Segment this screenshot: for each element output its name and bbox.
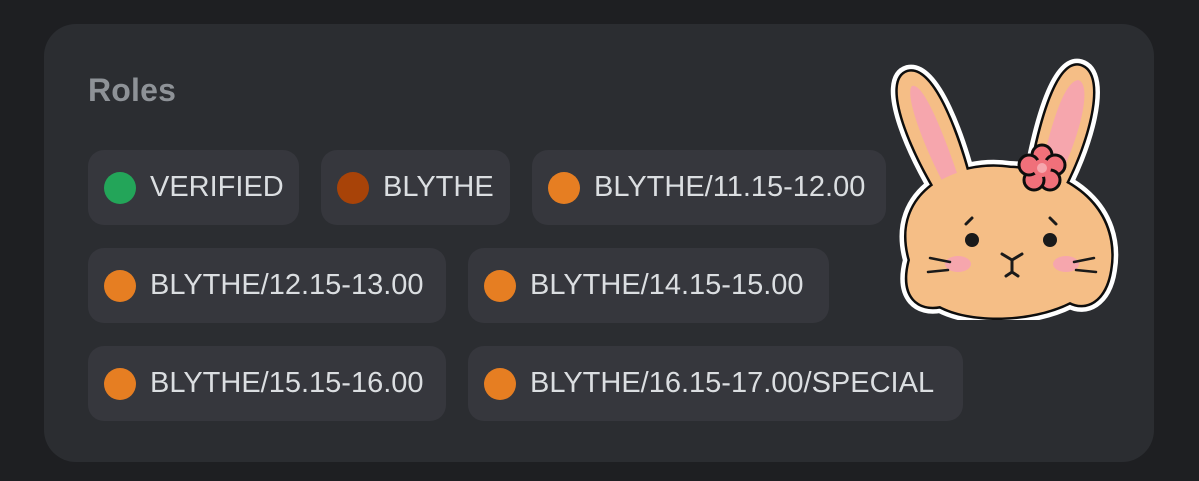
role-label: BLYTHE bbox=[383, 171, 494, 203]
role-pill-blythe-11-15[interactable]: BLYTHE/11.15-12.00 bbox=[532, 150, 886, 225]
role-pill-verified[interactable]: VERIFIED bbox=[88, 150, 299, 225]
role-pill-blythe-12-15[interactable]: BLYTHE/12.15-13.00 bbox=[88, 248, 446, 323]
role-color-dot bbox=[484, 367, 516, 400]
roles-heading: Roles bbox=[88, 72, 177, 108]
role-color-dot bbox=[337, 171, 369, 204]
role-color-dot bbox=[548, 171, 580, 204]
role-color-dot bbox=[104, 367, 136, 400]
role-pill-blythe-14-15[interactable]: BLYTHE/14.15-15.00 bbox=[468, 248, 829, 323]
role-label: BLYTHE/14.15-15.00 bbox=[530, 269, 804, 301]
bunny-sticker-icon bbox=[890, 58, 1119, 320]
role-pill-blythe-15-15[interactable]: BLYTHE/15.15-16.00 bbox=[88, 346, 446, 421]
role-label: VERIFIED bbox=[150, 171, 284, 203]
role-label: BLYTHE/11.15-12.00 bbox=[594, 171, 866, 203]
role-color-dot bbox=[104, 269, 136, 302]
role-label: BLYTHE/16.15-17.00/SPECIAL bbox=[530, 367, 935, 399]
role-color-dot bbox=[104, 171, 136, 204]
role-label: BLYTHE/12.15-13.00 bbox=[150, 269, 424, 301]
role-pill-blythe-16-15-special[interactable]: BLYTHE/16.15-17.00/SPECIAL bbox=[468, 346, 963, 421]
role-pill-blythe[interactable]: BLYTHE bbox=[321, 150, 510, 225]
role-label: BLYTHE/15.15-16.00 bbox=[150, 367, 424, 399]
role-color-dot bbox=[484, 269, 516, 302]
